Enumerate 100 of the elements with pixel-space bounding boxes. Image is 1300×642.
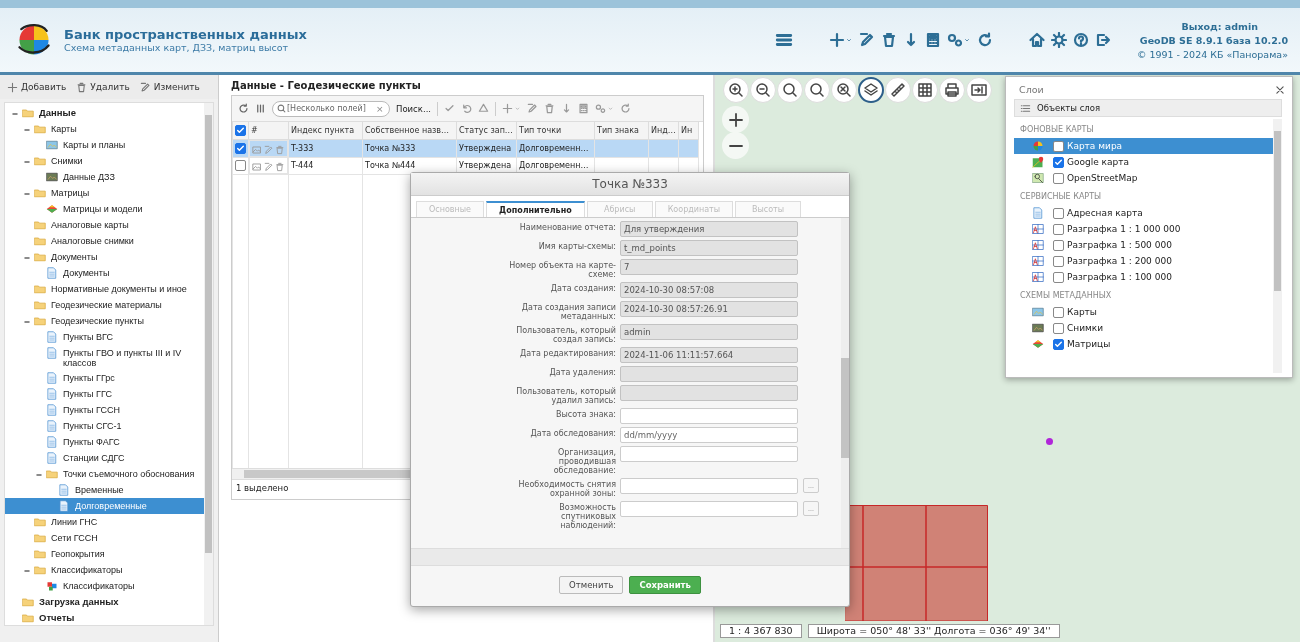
input-field[interactable] — [620, 366, 798, 382]
checkbox[interactable] — [1053, 140, 1064, 152]
scrollbar[interactable] — [204, 103, 213, 625]
refresh-icon[interactable] — [238, 103, 249, 114]
settings-icon[interactable] — [1050, 32, 1067, 48]
toolbar-button[interactable]: Удалить — [73, 78, 133, 96]
scrollbar[interactable] — [841, 218, 849, 548]
trash-icon[interactable] — [275, 161, 285, 172]
checkbox[interactable] — [1053, 207, 1064, 219]
layer-item[interactable]: Google карта — [1014, 154, 1273, 170]
tree-item[interactable]: Классификаторы — [5, 562, 204, 578]
trash-icon[interactable] — [880, 32, 897, 48]
checkbox[interactable] — [1053, 239, 1064, 251]
tree-item[interactable]: Аналоговые карты — [5, 217, 204, 233]
checkbox[interactable] — [1053, 223, 1064, 235]
checkbox[interactable] — [1053, 322, 1064, 334]
toolbar-button[interactable]: Изменить — [136, 78, 203, 96]
tree-item[interactable]: Данные — [5, 105, 204, 121]
column-header[interactable]: Индекс пункта — [288, 122, 363, 140]
home-icon[interactable] — [1028, 32, 1045, 48]
tree-item[interactable]: Нормативные документы и иное — [5, 281, 204, 297]
checkbox[interactable] — [1053, 156, 1064, 168]
checkbox[interactable] — [235, 125, 246, 136]
column-header[interactable]: Ин — [678, 122, 699, 140]
tree-item[interactable]: Документы — [5, 265, 204, 281]
tree-item[interactable]: Геодезические пункты — [5, 313, 204, 329]
table-row[interactable]: T-333 Точка №333 Утверждена Долговременн… — [232, 139, 699, 157]
grid-tool-button[interactable] — [912, 77, 938, 103]
search-button[interactable]: Поиск... — [396, 103, 432, 114]
zoom-out-tool-button[interactable] — [750, 77, 776, 103]
pencil-icon[interactable] — [263, 161, 274, 172]
refresh-icon[interactable] — [976, 32, 993, 48]
input-field[interactable] — [620, 501, 798, 517]
tree-item[interactable]: Матрицы — [5, 185, 204, 201]
pencil-icon[interactable] — [858, 32, 875, 48]
tree-item[interactable]: Загрузка данных — [5, 594, 204, 610]
checkmark-icon[interactable] — [444, 103, 456, 114]
tree-item[interactable]: Матрицы и модели — [5, 201, 204, 217]
tree-item[interactable]: Пункты ГГС — [5, 386, 204, 402]
map-marker-icon[interactable] — [1046, 438, 1053, 445]
tree-item[interactable]: Геодезические материалы — [5, 297, 204, 313]
zoom-in-button[interactable] — [722, 106, 749, 133]
input-field[interactable]: 7 — [620, 259, 798, 275]
checkbox[interactable] — [235, 142, 246, 154]
column-header[interactable]: Тип точки — [516, 122, 595, 140]
column-header[interactable]: Собственное назв… — [362, 122, 457, 140]
layer-item[interactable]: Разграфка 1 : 1 000 000 — [1014, 221, 1273, 237]
refresh-icon[interactable] — [620, 103, 632, 114]
close-icon[interactable] — [1275, 84, 1285, 95]
tree-item[interactable]: Карты и планы — [5, 137, 204, 153]
cancel-button[interactable]: Отменить — [559, 576, 624, 594]
checkbox[interactable] — [1053, 255, 1064, 267]
search-tool-button[interactable] — [777, 77, 803, 103]
column-header[interactable]: Инд… — [648, 122, 679, 140]
logout-icon[interactable] — [1094, 32, 1111, 48]
tree-item[interactable]: Пункты ГГрс — [5, 370, 204, 386]
toolbar-button[interactable]: Добавить — [4, 78, 70, 96]
tab[interactable]: Дополнительно — [486, 201, 585, 217]
tree-item[interactable]: Пункты ГССН — [5, 402, 204, 418]
help-icon[interactable] — [1072, 32, 1089, 48]
column-header[interactable]: Статус зап… — [456, 122, 517, 140]
undo-icon[interactable] — [461, 103, 473, 114]
tree-item[interactable]: Станции СДГС — [5, 450, 204, 466]
input-field[interactable]: t_md_points — [620, 240, 798, 256]
layer-item[interactable]: Разграфка 1 : 200 000 — [1014, 253, 1273, 269]
trash-icon[interactable] — [544, 103, 556, 114]
layers-tool-button[interactable] — [858, 77, 884, 103]
column-header[interactable]: Тип знака — [594, 122, 649, 140]
calculator-icon[interactable] — [924, 32, 941, 48]
input-field[interactable]: admin — [620, 324, 798, 340]
column-header[interactable]: # — [248, 122, 289, 140]
tree-item[interactable]: Пункты ВГС — [5, 329, 204, 345]
logout-link[interactable]: Выход: admin — [1181, 20, 1258, 32]
tree-item[interactable]: Пункты ФАГС — [5, 434, 204, 450]
layer-item[interactable]: Адресная карта — [1014, 205, 1273, 221]
layer-item[interactable]: Карты — [1014, 304, 1273, 320]
plus-icon[interactable] — [502, 103, 514, 114]
layer-item[interactable]: Разграфка 1 : 100 000 — [1014, 269, 1273, 285]
ruler-tool-button[interactable] — [885, 77, 911, 103]
input-field[interactable]: 2024-10-30 08:57:08 — [620, 282, 798, 298]
input-field[interactable] — [620, 478, 798, 494]
image-icon[interactable] — [252, 144, 262, 155]
checkbox[interactable] — [235, 160, 246, 172]
tree-item[interactable]: Документы — [5, 249, 204, 265]
tree-item[interactable]: Геопокрытия — [5, 546, 204, 562]
tree-item[interactable]: Отчеты — [5, 610, 204, 625]
triangle-icon[interactable] — [478, 103, 490, 114]
tree-item[interactable]: Точки съемочного обоснования — [5, 466, 204, 482]
tree-item[interactable]: Снимки — [5, 153, 204, 169]
checkbox[interactable] — [1053, 271, 1064, 283]
layer-objects-button[interactable]: Объекты слоя — [1014, 99, 1282, 117]
input-field[interactable] — [620, 408, 798, 424]
input-field[interactable]: 2024-11-06 11:11:57.664 — [620, 347, 798, 363]
menu-icon[interactable] — [774, 31, 793, 49]
tree-item[interactable]: Сети ГССН — [5, 530, 204, 546]
input-field[interactable] — [620, 385, 798, 401]
input-field[interactable]: dd/mm/yyyy — [620, 427, 798, 443]
checkbox[interactable] — [1053, 172, 1064, 184]
layer-item[interactable]: Снимки — [1014, 320, 1273, 336]
tree-item[interactable]: Карты — [5, 121, 204, 137]
